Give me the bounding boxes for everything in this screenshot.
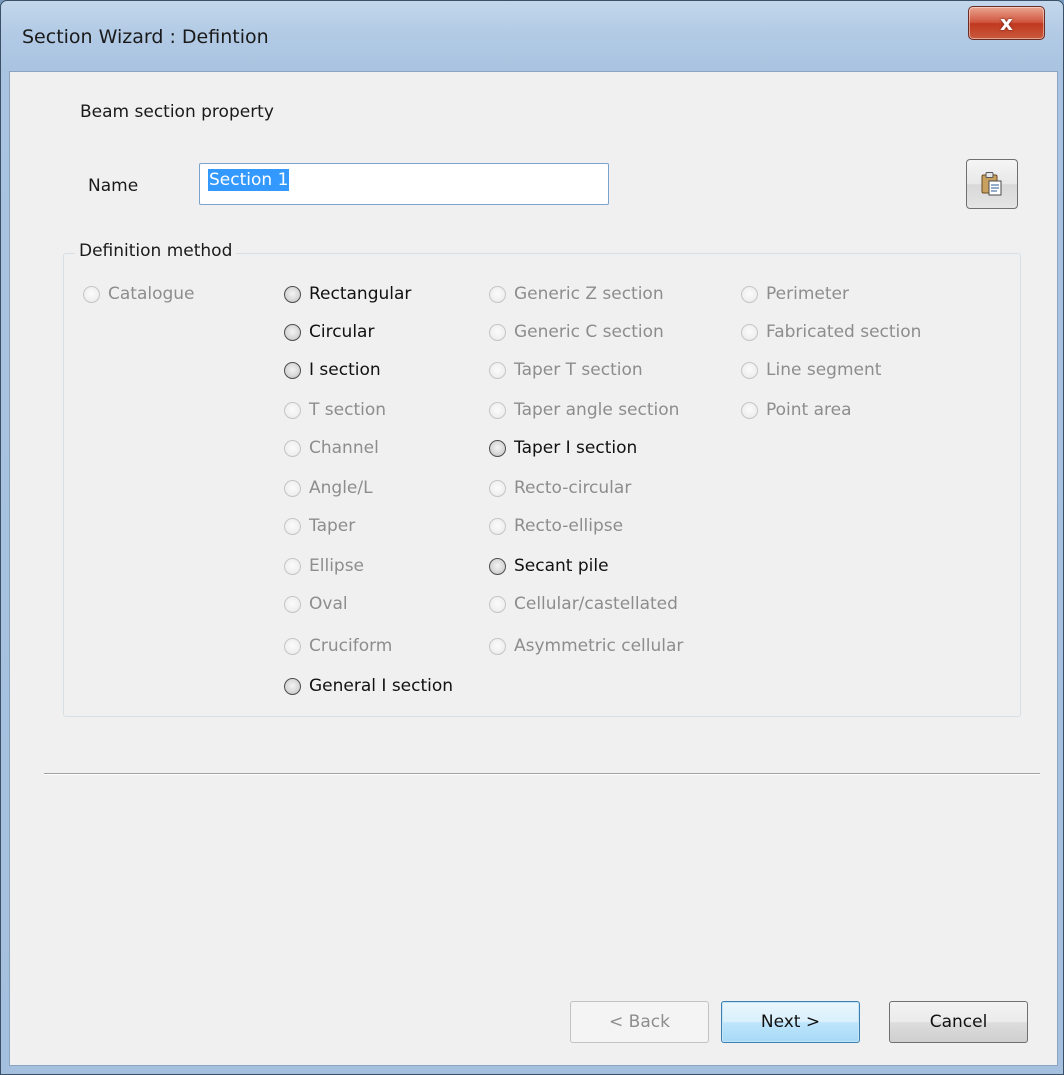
radio-circle bbox=[489, 479, 506, 497]
radio-label: Cellular/castellated bbox=[514, 594, 678, 614]
radio-circle bbox=[284, 323, 301, 341]
radio-cruciform[interactable]: Cruciform bbox=[284, 636, 392, 656]
radio-label: Angle/L bbox=[309, 478, 373, 498]
radio-oval[interactable]: Oval bbox=[284, 594, 348, 614]
radio-taper-t-section[interactable]: Taper T section bbox=[489, 360, 643, 380]
radio-rectangular[interactable]: Rectangular bbox=[284, 284, 411, 304]
radio-circle bbox=[284, 479, 301, 497]
radio-perimeter[interactable]: Perimeter bbox=[741, 284, 849, 304]
footer-separator bbox=[44, 773, 1040, 775]
radio-label: General I section bbox=[309, 676, 454, 696]
radio-label: Point area bbox=[766, 400, 852, 420]
radio-taper[interactable]: Taper bbox=[284, 516, 355, 536]
radio-label: Circular bbox=[309, 322, 375, 342]
window-title: Section Wizard : Defintion bbox=[22, 26, 269, 48]
radio-taper-angle-section[interactable]: Taper angle section bbox=[489, 400, 679, 420]
radio-catalogue[interactable]: Catalogue bbox=[83, 284, 195, 304]
radio-general-i-section[interactable]: General I section bbox=[284, 676, 453, 696]
radio-label: Catalogue bbox=[108, 284, 195, 304]
radio-circle bbox=[489, 439, 506, 457]
title-bar[interactable]: Section Wizard : Defintion x bbox=[1, 1, 1063, 71]
close-button[interactable]: x bbox=[968, 6, 1045, 40]
radio-circle bbox=[83, 285, 100, 303]
radio-circle bbox=[284, 637, 301, 655]
radio-label: I section bbox=[309, 360, 381, 380]
radio-label: Taper T section bbox=[514, 360, 643, 380]
definition-method-label: Definition method bbox=[75, 241, 237, 261]
radio-circle bbox=[489, 557, 506, 575]
radio-ellipse[interactable]: Ellipse bbox=[284, 556, 364, 576]
radio-i-section[interactable]: I section bbox=[284, 360, 381, 380]
radio-label: Recto-ellipse bbox=[514, 516, 624, 536]
radio-circle bbox=[284, 361, 301, 379]
radio-label: Cruciform bbox=[309, 636, 393, 656]
radio-label: Oval bbox=[309, 594, 348, 614]
radio-label: Generic Z section bbox=[514, 284, 664, 304]
paste-icon bbox=[981, 172, 1002, 196]
radio-circle bbox=[741, 323, 758, 341]
radio-point-area[interactable]: Point area bbox=[741, 400, 852, 420]
name-label: Name bbox=[88, 176, 139, 196]
radio-label: Perimeter bbox=[766, 284, 849, 304]
radio-circle bbox=[489, 285, 506, 303]
radio-circle bbox=[741, 285, 758, 303]
radio-label: Secant pile bbox=[514, 556, 609, 576]
radio-circular[interactable]: Circular bbox=[284, 322, 374, 342]
close-icon: x bbox=[1000, 11, 1013, 35]
radio-label: Taper angle section bbox=[514, 400, 680, 420]
radio-circle bbox=[284, 285, 301, 303]
paste-button[interactable] bbox=[966, 159, 1018, 209]
radio-circle bbox=[489, 323, 506, 341]
radio-secant-pile[interactable]: Secant pile bbox=[489, 556, 609, 576]
radio-label: Asymmetric cellular bbox=[514, 636, 684, 656]
radio-label: Generic C section bbox=[514, 322, 664, 342]
radio-angle-l[interactable]: Angle/L bbox=[284, 478, 373, 498]
radio-circle bbox=[489, 401, 506, 419]
radio-circle bbox=[284, 439, 301, 457]
radio-circle bbox=[284, 517, 301, 535]
radio-label: Ellipse bbox=[309, 556, 365, 576]
radio-label: Recto-circular bbox=[514, 478, 632, 498]
radio-label: Taper bbox=[309, 516, 356, 536]
name-input[interactable]: Section 1 bbox=[199, 163, 609, 205]
radio-label: Fabricated section bbox=[766, 322, 922, 342]
next-button[interactable]: Next > bbox=[721, 1001, 860, 1043]
radio-label: Taper I section bbox=[514, 438, 638, 458]
back-button[interactable]: < Back bbox=[570, 1001, 709, 1043]
radio-circle bbox=[284, 557, 301, 575]
radio-generic-z-section[interactable]: Generic Z section bbox=[489, 284, 664, 304]
cancel-button[interactable]: Cancel bbox=[889, 1001, 1028, 1043]
radio-label: Rectangular bbox=[309, 284, 412, 304]
radio-circle bbox=[489, 637, 506, 655]
radio-recto-ellipse[interactable]: Recto-ellipse bbox=[489, 516, 623, 536]
radio-taper-i-section[interactable]: Taper I section bbox=[489, 438, 637, 458]
section-heading: Beam section property bbox=[80, 102, 274, 122]
radio-label: T section bbox=[309, 400, 387, 420]
radio-recto-circular[interactable]: Recto-circular bbox=[489, 478, 631, 498]
radio-circle bbox=[284, 677, 301, 695]
radio-circle bbox=[741, 361, 758, 379]
radio-circle bbox=[489, 595, 506, 613]
radio-circle bbox=[489, 361, 506, 379]
radio-cellular-castellated[interactable]: Cellular/castellated bbox=[489, 594, 678, 614]
radio-circle bbox=[284, 401, 301, 419]
radio-channel[interactable]: Channel bbox=[284, 438, 379, 458]
name-input-value: Section 1 bbox=[208, 169, 290, 191]
radio-generic-c-section[interactable]: Generic C section bbox=[489, 322, 664, 342]
radio-circle bbox=[489, 517, 506, 535]
radio-circle bbox=[284, 595, 301, 613]
radio-label: Channel bbox=[309, 438, 379, 458]
radio-line-segment[interactable]: Line segment bbox=[741, 360, 881, 380]
radio-fabricated-section[interactable]: Fabricated section bbox=[741, 322, 921, 342]
radio-circle bbox=[741, 401, 758, 419]
radio-t-section[interactable]: T section bbox=[284, 400, 386, 420]
radio-asymmetric-cellular[interactable]: Asymmetric cellular bbox=[489, 636, 683, 656]
radio-label: Line segment bbox=[766, 360, 882, 380]
